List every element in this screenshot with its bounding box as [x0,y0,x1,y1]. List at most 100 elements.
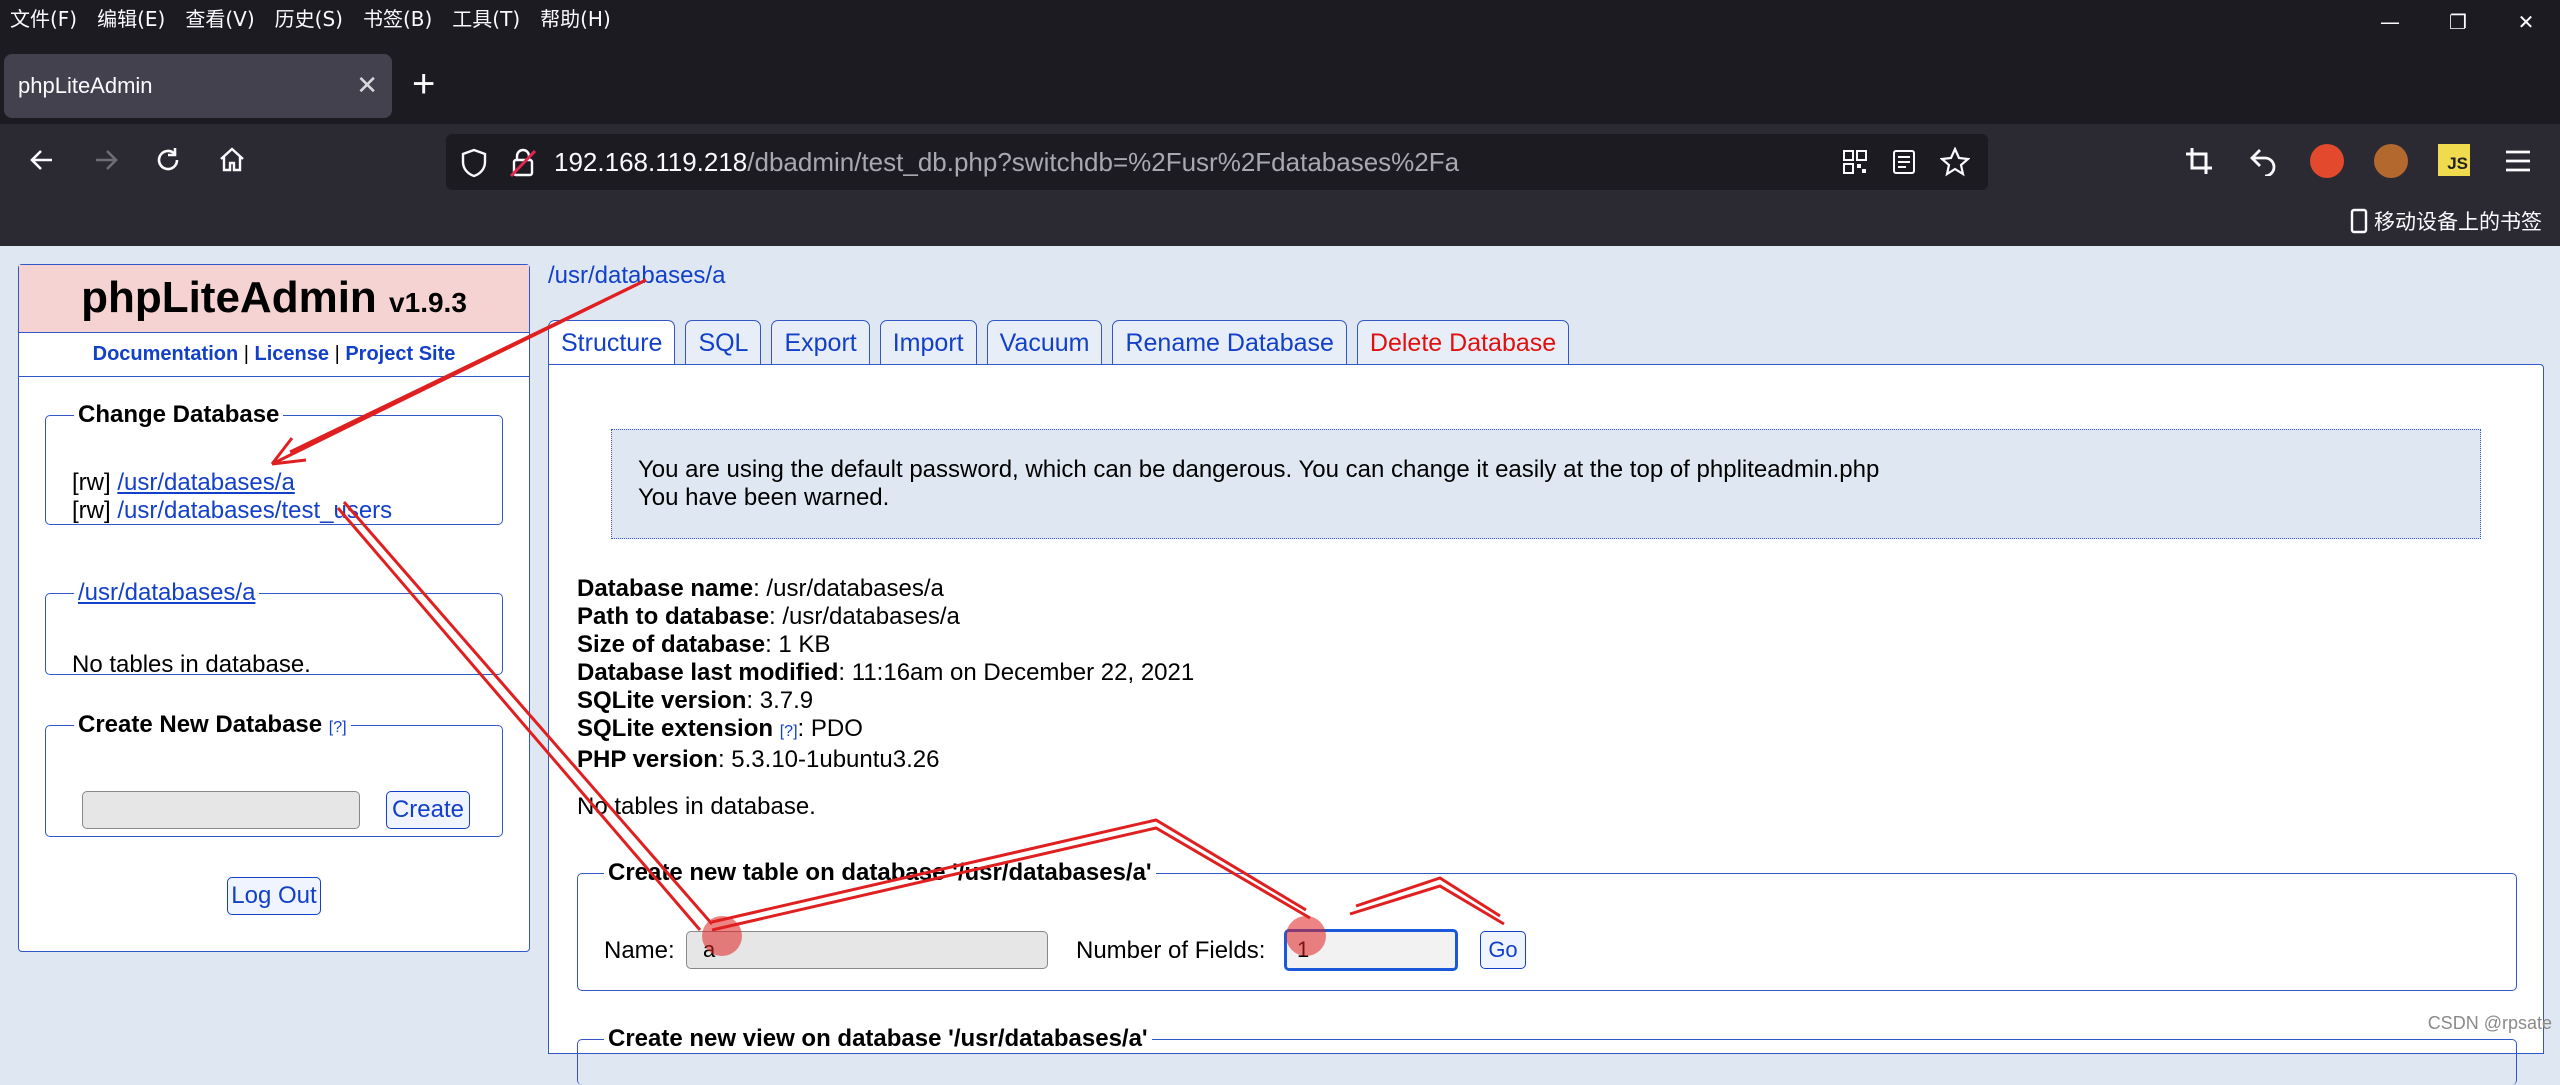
shield-icon[interactable] [460,148,488,178]
license-link[interactable]: License [255,343,329,365]
go-button[interactable]: Go [1480,931,1526,969]
info-label: Size of database [577,631,766,658]
number-of-fields-label: Number of Fields: [1076,937,1266,964]
create-database-button[interactable]: Create [386,791,470,829]
tab-close-icon[interactable]: ✕ [356,70,378,100]
bookmark-star-icon[interactable] [1940,147,1970,177]
tab-delete-database[interactable]: Delete Database [1356,320,1570,364]
mobile-device-icon [2350,208,2368,234]
url-host: 192.168.119.218 [554,147,748,177]
database-link-a[interactable]: /usr/databases/a [117,469,294,496]
info-label: SQLite version [577,687,747,714]
home-button[interactable] [210,138,254,182]
url-path: /dbadmin/test_db.php?switchdb=%2Fusr%2Fd… [747,147,1460,177]
menu-edit[interactable]: 编辑(E) [87,3,175,32]
database-item: [rw] /usr/databases/a [72,469,392,497]
database-list: [rw] /usr/databases/a [rw] /usr/database… [72,469,392,525]
url-text[interactable]: 192.168.119.218/dbadmin/test_db.php?swit… [554,134,1459,190]
back-arrow-icon [30,150,52,170]
menu-file[interactable]: 文件(F) [0,3,87,32]
new-database-name-input[interactable] [82,791,360,829]
forward-button[interactable] [84,138,128,182]
info-label: PHP version [577,746,718,773]
database-mode: [rw] [72,497,111,524]
table-name-label: Name: [604,937,675,964]
address-bar[interactable]: 192.168.119.218/dbadmin/test_db.php?swit… [446,134,1988,190]
database-mode: [rw] [72,469,111,496]
app-logo: phpLiteAdmin v1.9.3 [19,265,529,333]
tab-import[interactable]: Import [879,320,977,364]
logout-button[interactable]: Log Out [227,877,321,915]
extension-tampermonkey-icon[interactable] [2310,144,2344,178]
menu-bar: 文件(F) 编辑(E) 查看(V) 历史(S) 书签(B) 工具(T) 帮助(H… [0,0,2560,34]
project-site-link[interactable]: Project Site [345,343,455,365]
js-extension-icon[interactable]: JS [2438,144,2470,176]
reload-button[interactable] [146,138,190,182]
minimize-icon: — [2380,10,2400,34]
create-database-legend-wrap: Create New Database [?] [74,711,351,739]
menu-bookmarks[interactable]: 书签(B) [353,3,442,32]
new-tab-button[interactable]: + [412,64,435,104]
create-database-help-link[interactable]: [?] [329,719,347,736]
info-row: Path to database: /usr/databases/a [577,603,1194,631]
tab-export[interactable]: Export [771,320,870,364]
breadcrumb[interactable]: /usr/databases/a [548,262,725,290]
info-value: : 1 KB [765,631,831,658]
screenshot-crop-icon[interactable] [2184,146,2214,176]
tab-vacuum[interactable]: Vacuum [986,320,1103,364]
hamburger-menu-icon[interactable] [2504,148,2532,174]
info-value: : /usr/databases/a [769,603,960,630]
tab-structure[interactable]: Structure [548,320,676,366]
menu-view[interactable]: 查看(V) [175,3,264,32]
change-database-legend: Change Database [78,401,280,428]
info-row: SQLite extension [?]: PDO [577,715,1194,746]
app-version: v1.9.3 [389,287,467,318]
app-name: phpLiteAdmin [81,273,377,322]
reload-icon [157,148,179,171]
tab-rename-database[interactable]: Rename Database [1112,320,1347,364]
info-label: Database name [577,575,754,602]
browser-tab[interactable]: phpLiteAdmin ✕ [4,54,392,118]
mobile-bookmarks-label: 移动设备上的书签 [2374,210,2542,234]
number-of-fields-input[interactable]: 1 [1284,929,1458,971]
page-content: phpLiteAdmin v1.9.3 Documentation | Lice… [0,246,2560,1085]
create-table-box: Create new table on database '/usr/datab… [577,859,2517,991]
main-panel: You are using the default password, whic… [548,364,2544,1085]
info-row: Database name: /usr/databases/a [577,575,1194,603]
change-database-box: Change Database [rw] /usr/databases/a [r… [45,401,503,525]
table-name-input[interactable]: a [686,931,1048,969]
info-row: SQLite version: 3.7.9 [577,687,1194,715]
sqlite-extension-help-link[interactable]: [?] [780,723,798,740]
create-database-legend: Create New Database [78,711,323,738]
tab-sql[interactable]: SQL [685,320,762,364]
info-value: : 11:16am on December 22, 2021 [838,659,1195,686]
cookie-extension-icon[interactable] [2374,144,2408,178]
database-info: Database name: /usr/databases/a Path to … [577,575,1194,774]
warning-line: You are using the default password, whic… [638,456,1880,483]
reader-view-icon[interactable] [1892,149,1916,175]
menu-help[interactable]: 帮助(H) [530,3,621,32]
back-button[interactable] [20,138,64,182]
database-link-test-users[interactable]: /usr/databases/test_users [117,497,392,524]
main-tabs: Structure SQL Export Import Vacuum Renam… [548,320,1570,366]
close-icon: ✕ [2517,10,2535,34]
info-label: Path to database [577,603,770,630]
mobile-bookmarks[interactable]: 移动设备上的书签 [2350,206,2542,236]
sidebar: phpLiteAdmin v1.9.3 Documentation | Lice… [18,264,530,952]
current-database-link[interactable]: /usr/databases/a [78,579,255,606]
create-view-legend: Create new view on database '/usr/databa… [608,1025,1148,1052]
info-label: Database last modified [577,659,839,686]
create-database-box: Create New Database [?] Create [45,711,503,837]
menu-history[interactable]: 历史(S) [265,3,353,32]
documentation-link[interactable]: Documentation [93,343,239,365]
home-icon [220,147,244,172]
warning-line: You have been warned. [638,484,890,511]
info-label: SQLite extension [577,715,774,742]
link-separator: | [243,343,249,365]
doc-links: Documentation | License | Project Site [19,333,529,377]
restore-icon: ❐ [2449,10,2467,34]
undo-icon[interactable] [2248,146,2278,176]
qr-code-icon[interactable] [1842,149,1868,175]
insecure-lock-icon[interactable] [508,147,538,179]
menu-tools[interactable]: 工具(T) [442,3,530,32]
